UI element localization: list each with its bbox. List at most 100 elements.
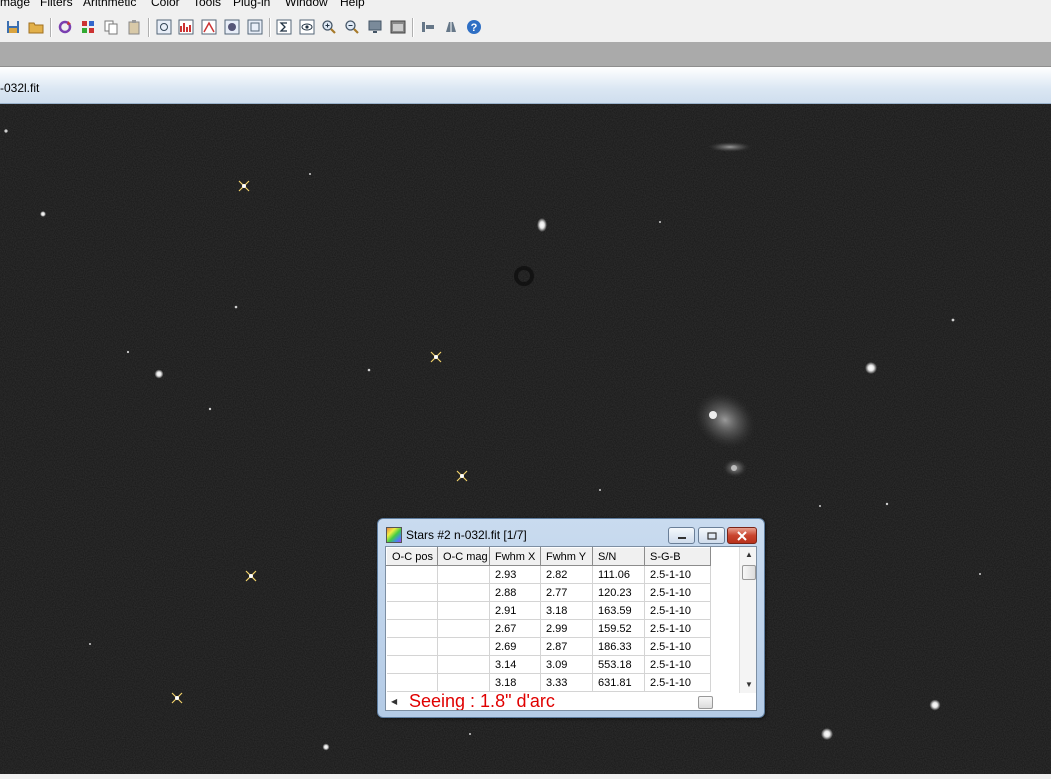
seeing-label: Seeing : 1.8" d'arc bbox=[409, 691, 555, 711]
table-row[interactable]: 2.67 2.99 159.52 2.5-1-10 bbox=[386, 619, 711, 638]
circle-icon[interactable] bbox=[224, 19, 240, 35]
window-icon[interactable] bbox=[390, 19, 406, 35]
cell bbox=[437, 655, 490, 674]
star bbox=[537, 218, 547, 232]
cell: 186.33 bbox=[592, 637, 645, 656]
col-oc-mag[interactable]: O-C mag bbox=[437, 547, 490, 566]
cell bbox=[437, 565, 490, 584]
cell bbox=[437, 637, 490, 656]
cell: 2.5-1-10 bbox=[644, 619, 711, 638]
table-header: O-C pos O-C mag Fwhm X Fwhm Y S/N S-G-B bbox=[386, 547, 711, 566]
star bbox=[929, 699, 941, 711]
monitor-icon[interactable] bbox=[367, 19, 383, 35]
scroll-left-icon[interactable]: ◀ bbox=[391, 698, 397, 706]
menu-plugin[interactable]: Plug-in bbox=[233, 0, 270, 11]
align-icon[interactable] bbox=[420, 19, 436, 35]
cell: 3.09 bbox=[540, 655, 593, 674]
paste-icon[interactable] bbox=[126, 19, 142, 35]
minimize-button[interactable] bbox=[668, 527, 695, 544]
restore-button[interactable] bbox=[698, 527, 725, 544]
close-button[interactable] bbox=[727, 527, 757, 544]
cell: 631.81 bbox=[592, 673, 645, 692]
cell bbox=[386, 583, 438, 602]
col-sgb[interactable]: S-G-B bbox=[644, 547, 711, 566]
copy-icon[interactable] bbox=[103, 19, 119, 35]
open-folder-icon[interactable] bbox=[28, 19, 44, 35]
svg-text:?: ? bbox=[471, 22, 478, 34]
menu-tools[interactable]: Tools bbox=[193, 0, 221, 11]
cell: 2.67 bbox=[489, 619, 541, 638]
cell: 2.5-1-10 bbox=[644, 673, 711, 692]
eye-icon[interactable] bbox=[299, 19, 315, 35]
stars-grid[interactable]: O-C pos O-C mag Fwhm X Fwhm Y S/N S-G-B … bbox=[385, 546, 757, 711]
cell: 3.33 bbox=[540, 673, 593, 692]
image-window-title: -032l.fit bbox=[0, 81, 40, 95]
cell: 2.88 bbox=[489, 583, 541, 602]
help-icon[interactable]: ? bbox=[466, 19, 482, 35]
palette-icon bbox=[386, 527, 402, 543]
cell bbox=[437, 673, 490, 692]
scroll-up-icon[interactable]: ▲ bbox=[745, 551, 753, 559]
col-sn[interactable]: S/N bbox=[592, 547, 645, 566]
col-fwhm-y[interactable]: Fwhm Y bbox=[540, 547, 593, 566]
table-row[interactable]: 3.18 3.33 631.81 2.5-1-10 bbox=[386, 673, 711, 692]
menu-help[interactable]: Help bbox=[340, 0, 365, 11]
table-row[interactable]: 2.88 2.77 120.23 2.5-1-10 bbox=[386, 583, 711, 602]
frame-icon[interactable] bbox=[247, 19, 263, 35]
cell bbox=[386, 655, 438, 674]
cell bbox=[437, 601, 490, 620]
cell: 120.23 bbox=[592, 583, 645, 602]
curve-icon[interactable] bbox=[201, 19, 217, 35]
horizontal-scroll-thumb[interactable] bbox=[698, 696, 713, 709]
image-window-titlebar[interactable]: -032l.fit bbox=[0, 67, 1051, 104]
zoom-window-icon[interactable] bbox=[156, 19, 172, 35]
menu-bar: mage Filters Arithmetic Color Tools Plug… bbox=[0, 0, 1051, 11]
table-row[interactable]: 2.91 3.18 163.59 2.5-1-10 bbox=[386, 601, 711, 620]
cell: 159.52 bbox=[592, 619, 645, 638]
stars-dialog[interactable]: Stars #2 n-032l.fit [1/7] O-C pos O-C ma… bbox=[377, 518, 765, 718]
menu-image[interactable]: mage bbox=[0, 0, 30, 11]
cell: 2.5-1-10 bbox=[644, 655, 711, 674]
col-fwhm-x[interactable]: Fwhm X bbox=[489, 547, 541, 566]
menu-arithmetic[interactable]: Arithmetic bbox=[83, 0, 136, 11]
minimize-icon bbox=[677, 536, 686, 539]
cell bbox=[386, 637, 438, 656]
mdi-area bbox=[0, 42, 1051, 67]
vertical-scroll-thumb[interactable] bbox=[742, 565, 756, 580]
table-row[interactable]: 2.69 2.87 186.33 2.5-1-10 bbox=[386, 637, 711, 656]
scroll-down-icon[interactable]: ▼ bbox=[745, 681, 753, 689]
sum-icon[interactable] bbox=[276, 19, 292, 35]
cell: 2.5-1-10 bbox=[644, 583, 711, 602]
cell: 3.14 bbox=[489, 655, 541, 674]
grid-icon[interactable] bbox=[80, 19, 96, 35]
star bbox=[865, 362, 877, 374]
cell: 3.18 bbox=[540, 601, 593, 620]
stack-icon[interactable] bbox=[443, 19, 459, 35]
col-oc-pos[interactable]: O-C pos bbox=[386, 547, 438, 566]
menu-window[interactable]: Window bbox=[285, 0, 328, 11]
vertical-scrollbar[interactable]: ▲ ▼ bbox=[739, 547, 756, 693]
stars-table: O-C pos O-C mag Fwhm X Fwhm Y S/N S-G-B … bbox=[386, 547, 711, 692]
zoom-in-icon[interactable] bbox=[321, 19, 337, 35]
cell bbox=[386, 601, 438, 620]
refresh-icon[interactable] bbox=[57, 19, 73, 35]
zoom-out-icon[interactable] bbox=[344, 19, 360, 35]
cell: 2.5-1-10 bbox=[644, 637, 711, 656]
table-row[interactable]: 2.93 2.82 111.06 2.5-1-10 bbox=[386, 565, 711, 584]
horizontal-scrollbar[interactable]: ◀ Seeing : 1.8" d'arc bbox=[386, 691, 739, 711]
restore-icon bbox=[706, 531, 717, 540]
toolbar: ? bbox=[0, 12, 1051, 43]
dialog-title: Stars #2 n-032l.fit [1/7] bbox=[406, 528, 527, 542]
menu-filters[interactable]: Filters bbox=[40, 0, 73, 11]
menu-color[interactable]: Color bbox=[151, 0, 180, 11]
star bbox=[154, 369, 164, 379]
star bbox=[40, 211, 46, 217]
cell bbox=[386, 619, 438, 638]
cell: 2.69 bbox=[489, 637, 541, 656]
cell: 2.87 bbox=[540, 637, 593, 656]
table-row[interactable]: 3.14 3.09 553.18 2.5-1-10 bbox=[386, 655, 711, 674]
cell: 2.5-1-10 bbox=[644, 601, 711, 620]
histogram-icon[interactable] bbox=[178, 19, 194, 35]
faint-galaxy bbox=[708, 142, 752, 152]
save-icon[interactable] bbox=[5, 19, 21, 35]
